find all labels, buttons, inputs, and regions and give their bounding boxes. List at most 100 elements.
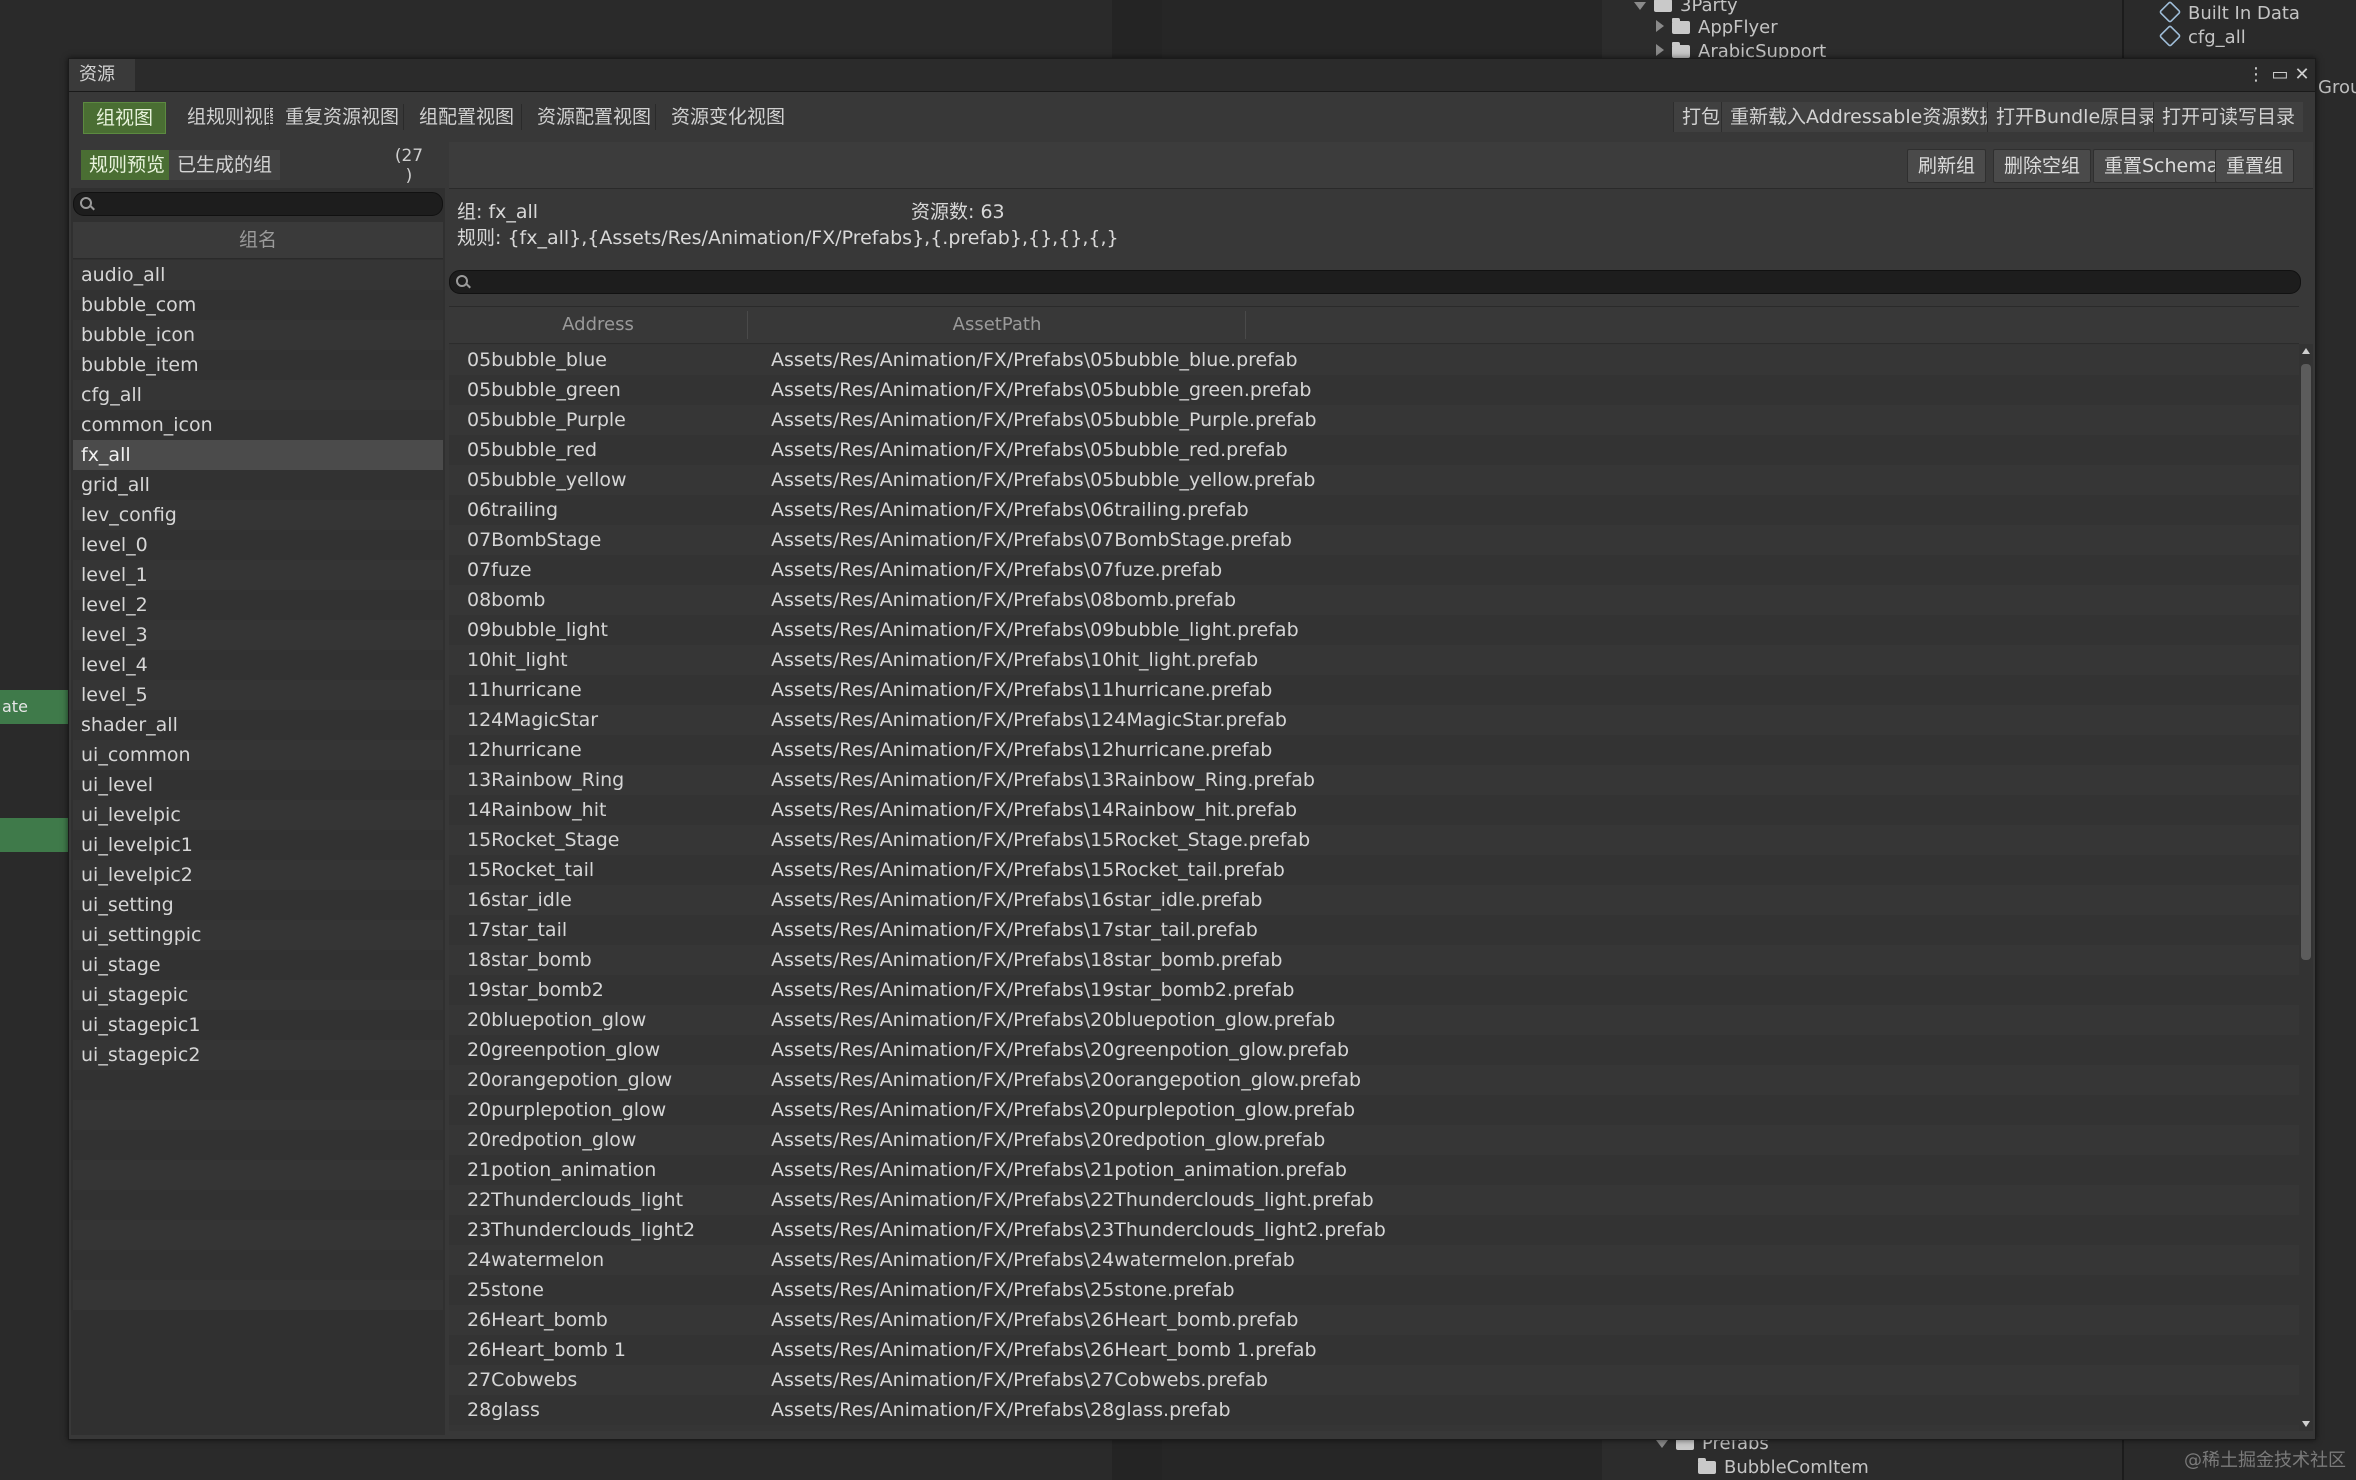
tab-generated-groups[interactable]: 已生成的组 xyxy=(169,150,281,180)
side-tab-green[interactable] xyxy=(0,818,68,852)
table-row[interactable]: 19star_bomb2 Assets/Res/Animation/FX/Pref… xyxy=(449,975,2299,1005)
open-bundle-dir-button[interactable]: 打开Bundle原目录 xyxy=(1987,102,2166,132)
table-row[interactable]: 15Rocket_tail Assets/Res/Animation/FX/Pre… xyxy=(449,855,2299,885)
group-list-item[interactable]: ui_levelpic1 xyxy=(73,830,443,860)
address-column-header[interactable]: Address xyxy=(449,307,747,343)
more-menu-icon[interactable]: ⋮ xyxy=(2245,59,2267,91)
table-row[interactable]: 13Rainbow_Ring Assets/Res/Animation/FX/Pr… xyxy=(449,765,2299,795)
column-resizer[interactable] xyxy=(747,311,748,339)
table-row[interactable]: 23Thunderclouds_light2 Assets/Res/Animati… xyxy=(449,1215,2299,1245)
expand-arrow-icon[interactable] xyxy=(1656,44,1664,56)
side-tab-ate[interactable]: ate xyxy=(0,690,68,724)
table-row[interactable]: 15Rocket_Stage Assets/Res/Animation/FX/Pr… xyxy=(449,825,2299,855)
table-row[interactable]: 20orangepotion_glow Assets/Res/Animation/… xyxy=(449,1065,2299,1095)
group-list-item[interactable]: level_3 xyxy=(73,620,443,650)
column-resizer[interactable] xyxy=(1245,311,1246,339)
table-row[interactable]: 05bubble_Purple Assets/Res/Animation/FX/P… xyxy=(449,405,2299,435)
table-row[interactable]: 22Thunderclouds_light Assets/Res/Animatio… xyxy=(449,1185,2299,1215)
table-row[interactable]: 07fuze Assets/Res/Animation/FX/Prefabs\07… xyxy=(449,555,2299,585)
table-row[interactable]: 09bubble_light Assets/Res/Animation/FX/Pr… xyxy=(449,615,2299,645)
tab-rule-preview[interactable]: 规则预览 xyxy=(81,150,174,180)
group-list-item[interactable]: level_2 xyxy=(73,590,443,620)
table-row[interactable]: 20purplepotion_glow Assets/Res/Animation/… xyxy=(449,1095,2299,1125)
table-row[interactable]: 17star_tail Assets/Res/Animation/FX/Prefa… xyxy=(449,915,2299,945)
group-search-input[interactable] xyxy=(73,192,443,216)
group-list-item[interactable]: grid_all xyxy=(73,470,443,500)
group-list-item[interactable]: ui_common xyxy=(73,740,443,770)
assetpath-column-header[interactable]: AssetPath xyxy=(749,307,1245,343)
table-row[interactable]: 20redpotion_glow Assets/Res/Animation/FX/… xyxy=(449,1125,2299,1155)
scroll-down-icon[interactable] xyxy=(2302,1421,2310,1427)
tab-asset-change-view[interactable]: 资源变化视图 xyxy=(659,102,798,132)
asset-item-cfg-all[interactable]: cfg_all xyxy=(2158,24,2246,50)
group-name-header[interactable]: 组名 xyxy=(73,222,443,259)
table-row[interactable]: 25stone Assets/Res/Animation/FX/Prefabs\2… xyxy=(449,1275,2299,1305)
table-row[interactable]: 14Rainbow_hit Assets/Res/Animation/FX/Pre… xyxy=(449,795,2299,825)
scroll-up-icon[interactable] xyxy=(2302,348,2310,354)
scrollbar-thumb[interactable] xyxy=(2301,364,2311,960)
table-row[interactable]: 05bubble_green Assets/Res/Animation/FX/Pr… xyxy=(449,375,2299,405)
window-title[interactable]: 资源 xyxy=(69,59,135,91)
group-list-item[interactable]: ui_stage xyxy=(73,950,443,980)
group-list-item[interactable]: level_5 xyxy=(73,680,443,710)
table-scrollbar[interactable] xyxy=(2299,344,2313,1431)
group-list-item[interactable]: ui_settingpic xyxy=(73,920,443,950)
group-list-item[interactable]: audio_all xyxy=(73,260,443,290)
table-row[interactable]: 10hit_light Assets/Res/Animation/FX/Prefa… xyxy=(449,645,2299,675)
table-row[interactable]: 07BombStage Assets/Res/Animation/FX/Prefa… xyxy=(449,525,2299,555)
open-writable-dir-button[interactable]: 打开可读写目录 xyxy=(2153,102,2304,132)
table-row[interactable]: 16star_idle Assets/Res/Animation/FX/Prefa… xyxy=(449,885,2299,915)
table-row[interactable]: 08bomb Assets/Res/Animation/FX/Prefabs\08… xyxy=(449,585,2299,615)
table-row[interactable]: 05bubble_blue Assets/Res/Animation/FX/Pre… xyxy=(449,345,2299,375)
group-list-item[interactable]: ui_levelpic xyxy=(73,800,443,830)
group-list-item[interactable]: bubble_com xyxy=(73,290,443,320)
table-row[interactable]: 05bubble_yellow Assets/Res/Animation/FX/P… xyxy=(449,465,2299,495)
expand-arrow-icon[interactable] xyxy=(1634,2,1646,10)
close-icon[interactable]: ✕ xyxy=(2291,59,2313,91)
group-list-item[interactable]: ui_stagepic xyxy=(73,980,443,1010)
table-row[interactable]: 28glass Assets/Res/Animation/FX/Prefabs\2… xyxy=(449,1395,2299,1425)
asset-item-built-in-data[interactable]: Built In Data xyxy=(2158,0,2300,26)
reset-schema-button[interactable]: 重置Schema xyxy=(2093,149,2230,183)
tab-duplicate-assets-view[interactable]: 重复资源视图 xyxy=(273,102,412,132)
table-row[interactable]: 18star_bomb Assets/Res/Animation/FX/Prefa… xyxy=(449,945,2299,975)
refresh-groups-button[interactable]: 刷新组 xyxy=(1907,149,1987,183)
group-list-item[interactable]: ui_level xyxy=(73,770,443,800)
tab-asset-config-view[interactable]: 资源配置视图 xyxy=(525,102,664,132)
group-list-item[interactable]: ui_stagepic2 xyxy=(73,1040,443,1070)
table-row[interactable]: 26Heart_bomb 1 Assets/Res/Animation/FX/Pr… xyxy=(449,1335,2299,1365)
group-list-item[interactable]: level_0 xyxy=(73,530,443,560)
build-button[interactable]: 打包 xyxy=(1673,102,1729,132)
asset-search-input[interactable] xyxy=(449,270,2301,294)
group-list-item[interactable]: ui_levelpic2 xyxy=(73,860,443,890)
group-list-item[interactable]: bubble_item xyxy=(73,350,443,380)
group-list-item[interactable]: level_1 xyxy=(73,560,443,590)
maximize-icon[interactable]: ▭ xyxy=(2269,59,2291,91)
table-row[interactable]: 24watermelon Assets/Res/Animation/FX/Pref… xyxy=(449,1245,2299,1275)
tree-item-bubblecomitem[interactable]: BubbleComItem xyxy=(1698,1456,1869,1480)
tab-group-config-view[interactable]: 组配置视图 xyxy=(407,102,527,132)
table-row[interactable]: 124MagicStar Assets/Res/Animation/FX/Pref… xyxy=(449,705,2299,735)
expand-arrow-icon[interactable] xyxy=(1656,20,1664,32)
table-row[interactable]: 11hurricane Assets/Res/Animation/FX/Prefa… xyxy=(449,675,2299,705)
expand-arrow-icon[interactable] xyxy=(1656,1440,1668,1448)
table-row[interactable]: 06trailing Assets/Res/Animation/FX/Prefab… xyxy=(449,495,2299,525)
table-row[interactable]: 27Cobwebs Assets/Res/Animation/FX/Prefabs… xyxy=(449,1365,2299,1395)
group-list-item[interactable]: cfg_all xyxy=(73,380,443,410)
table-row[interactable]: 12hurricane Assets/Res/Animation/FX/Prefa… xyxy=(449,735,2299,765)
group-list-item[interactable]: level_4 xyxy=(73,650,443,680)
table-row[interactable]: 20bluepotion_glow Assets/Res/Animation/FX… xyxy=(449,1005,2299,1035)
group-list-item[interactable]: shader_all xyxy=(73,710,443,740)
tab-group-view[interactable]: 组视图 xyxy=(83,102,167,134)
reload-addressable-button[interactable]: 重新载入Addressable资源数据 xyxy=(1721,102,2007,132)
table-row[interactable]: 05bubble_red Assets/Res/Animation/FX/Pref… xyxy=(449,435,2299,465)
group-list-item[interactable]: ui_setting xyxy=(73,890,443,920)
table-row[interactable]: 21potion_animation Assets/Res/Animation/F… xyxy=(449,1155,2299,1185)
group-list-item[interactable]: bubble_icon xyxy=(73,320,443,350)
group-list-item[interactable]: common_icon xyxy=(73,410,443,440)
table-row[interactable]: 20greenpotion_glow Assets/Res/Animation/F… xyxy=(449,1035,2299,1065)
group-list-item[interactable]: ui_stagepic1 xyxy=(73,1010,443,1040)
delete-empty-groups-button[interactable]: 删除空组 xyxy=(1993,149,2092,183)
tree-item-appflyer[interactable]: AppFlyer xyxy=(1656,16,1778,40)
table-row[interactable]: 26Heart_bomb Assets/Res/Animation/FX/Pref… xyxy=(449,1305,2299,1335)
